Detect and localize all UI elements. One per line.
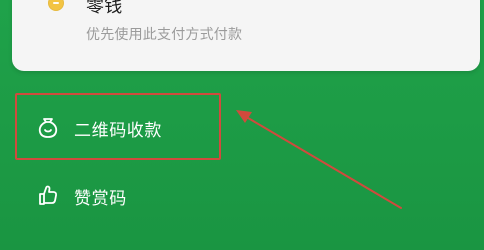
wallet-card-subtitle: 优先使用此支付方式付款 (86, 27, 243, 43)
thumbs-up-icon (36, 184, 60, 208)
reward-code-label: 赞赏码 (74, 188, 127, 209)
annotation-highlight-box (15, 93, 221, 160)
coin-icon (48, 0, 64, 11)
wallet-card-title: 零钱 (86, 0, 123, 17)
wallet-card[interactable]: 零钱 优先使用此支付方式付款 (12, 0, 480, 71)
reward-code-item[interactable]: 赞赏码 (36, 184, 127, 209)
